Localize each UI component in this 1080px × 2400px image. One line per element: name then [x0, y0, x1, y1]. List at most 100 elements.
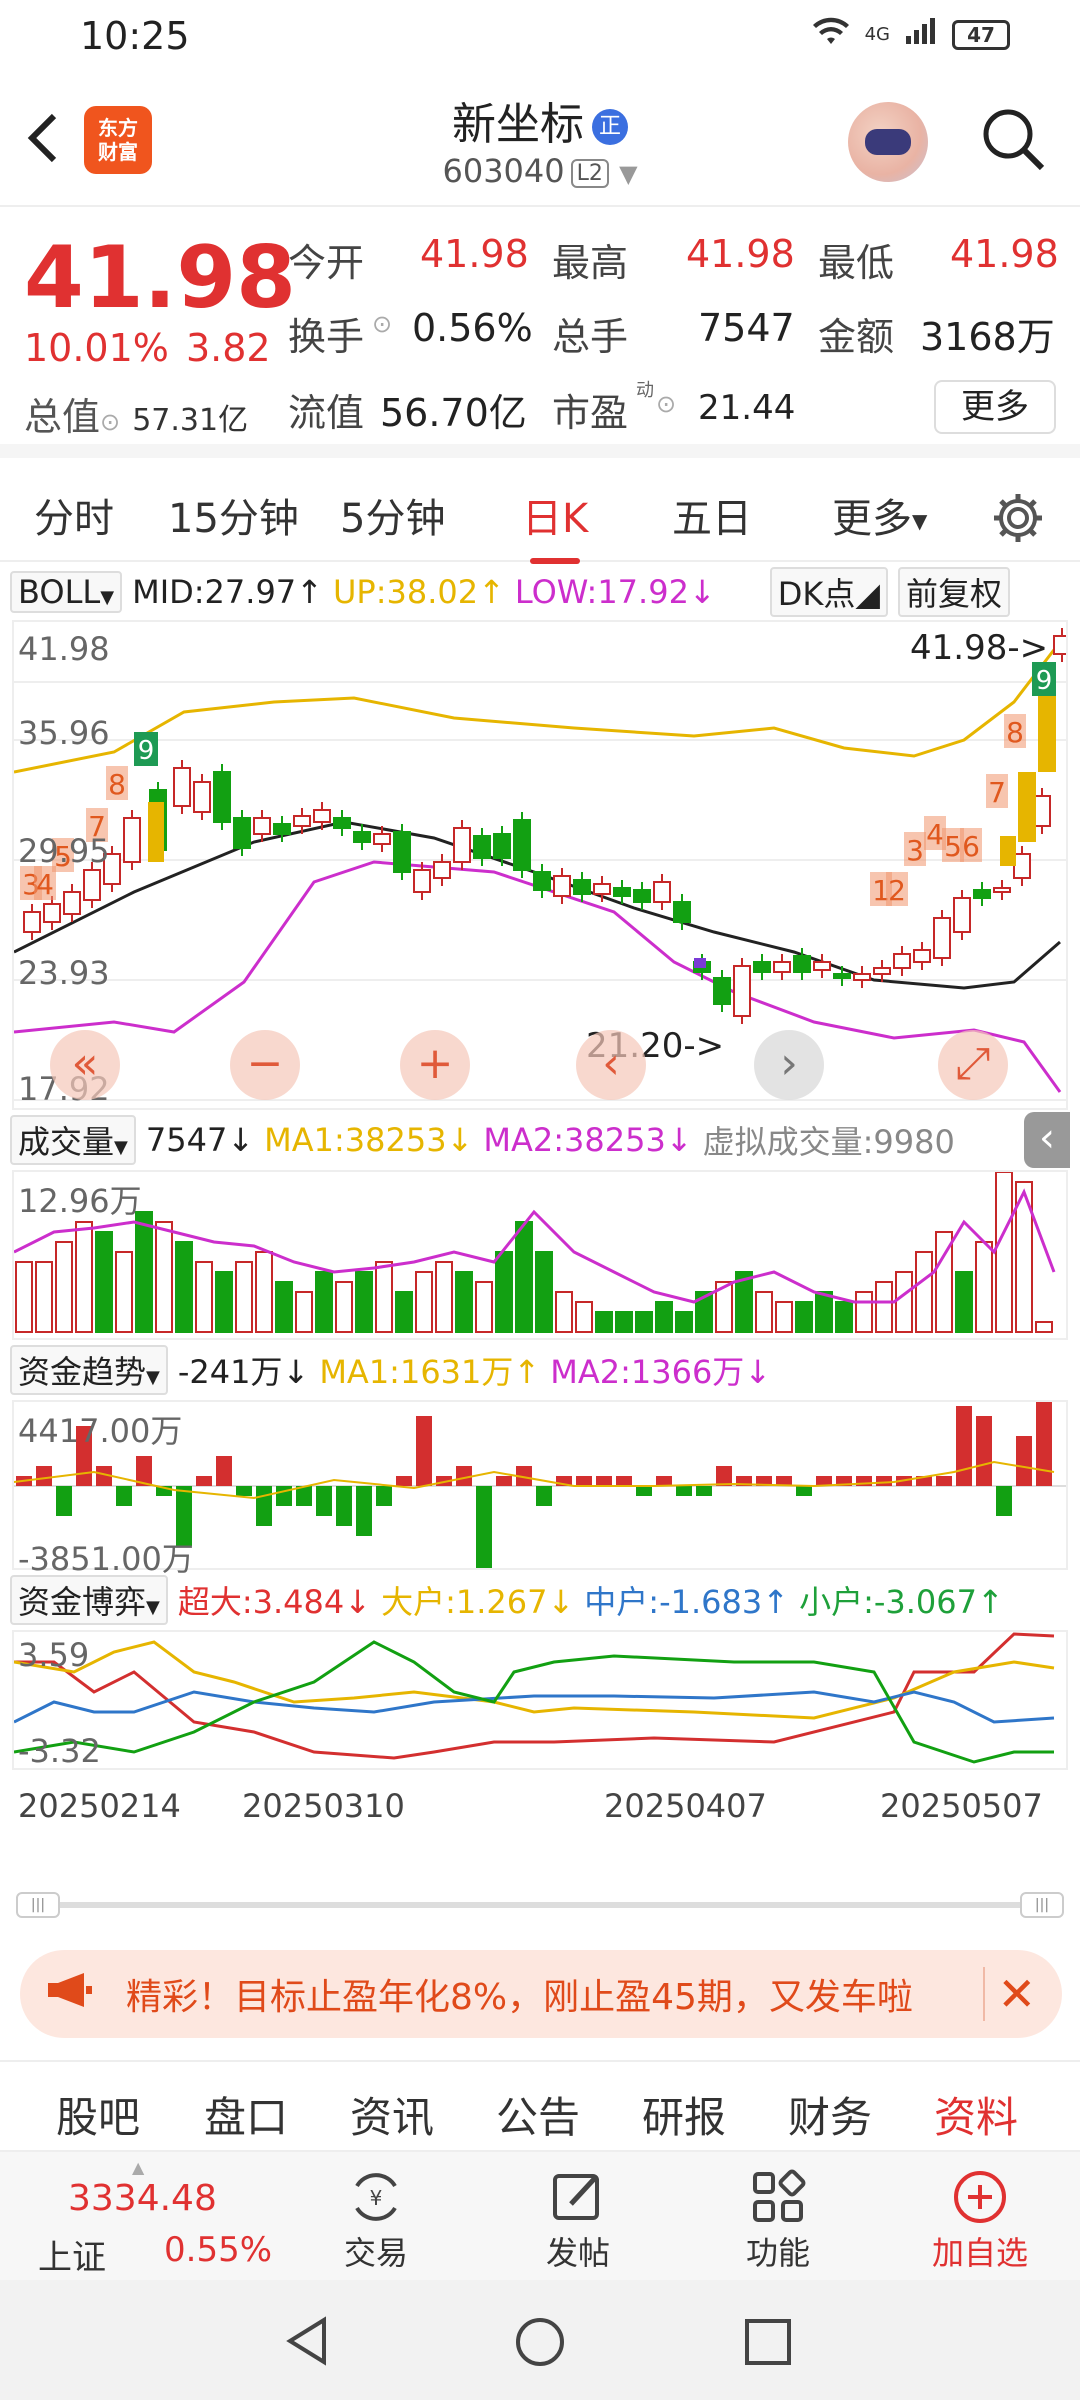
- tab-15min[interactable]: 15分钟: [168, 486, 299, 544]
- function-label: 功能: [745, 2234, 810, 2272]
- collapse-panel-button[interactable]: ‹: [1024, 1112, 1070, 1168]
- fund-bar: [396, 1476, 412, 1486]
- tab-profile[interactable]: 资料: [934, 2084, 1018, 2145]
- fund-trend-select[interactable]: 资金趋势▼: [10, 1345, 168, 1395]
- fund-game-select[interactable]: 资金博弈▼: [10, 1575, 168, 1625]
- volume-chart[interactable]: 12.96万: [12, 1170, 1068, 1340]
- assistant-avatar[interactable]: [848, 102, 928, 182]
- nav-home-icon[interactable]: [514, 2316, 566, 2372]
- total-value-value: 57.31亿: [132, 403, 249, 438]
- tab-news[interactable]: 资讯: [350, 2084, 434, 2145]
- small-trader: 小户:-3.067↑: [799, 1583, 1004, 1621]
- candle-body: [253, 817, 271, 835]
- tab-daily-k[interactable]: 日K: [522, 486, 588, 564]
- tab-research[interactable]: 研报: [642, 2084, 726, 2145]
- tab-more[interactable]: 更多▼: [832, 486, 927, 544]
- chart-scrollbar[interactable]: ||| |||: [16, 1892, 1064, 1918]
- index-quote[interactable]: ▲ 3334.48 上证 0.55%: [20, 2158, 280, 2278]
- fund-trend-chart[interactable]: 4417.00万 -3851.00万: [12, 1400, 1068, 1578]
- triangle-down-icon: ▼: [114, 1137, 128, 1158]
- candle-body: [1013, 853, 1031, 879]
- add-watchlist-button[interactable]: 加自选: [910, 2166, 1050, 2274]
- fund-trend-bar: 资金趋势▼ -241万↓ MA1:1631万↑ MA2:1366万↓: [10, 1345, 1070, 1395]
- candle-body: [433, 861, 451, 879]
- trade-button[interactable]: ¥ 交易: [306, 2166, 446, 2274]
- fund-game-max: 3.59: [18, 1636, 90, 1674]
- total-value[interactable]: 总值⊙ 57.31亿: [24, 386, 248, 441]
- fund-bar: [876, 1476, 892, 1486]
- volume-bar: [955, 1271, 973, 1333]
- candle-body: [513, 819, 531, 871]
- date-label-2: 20250310: [242, 1787, 405, 1825]
- zoom-in-button[interactable]: +: [400, 1030, 470, 1100]
- fund-bar: [336, 1486, 352, 1526]
- amount-label: 金额: [818, 315, 895, 359]
- mid-trader: 中户:-1.683↑: [584, 1583, 790, 1621]
- fund-bar: [536, 1486, 552, 1506]
- candle-body: [773, 961, 791, 973]
- more-button[interactable]: 更多: [934, 380, 1056, 434]
- promo-banner[interactable]: 精彩！目标止盈年化8%，刚止盈45期，又发车啦 ✕: [20, 1950, 1062, 2038]
- candle-body: [573, 879, 591, 895]
- float-value: 56.70亿: [380, 391, 527, 435]
- scroll-handle-left[interactable]: |||: [16, 1892, 60, 1918]
- next-button[interactable]: ›: [754, 1030, 824, 1100]
- function-button[interactable]: 功能: [708, 2166, 848, 2274]
- fund-bar: [636, 1486, 652, 1496]
- fund-bar: [416, 1416, 432, 1486]
- tab-intraday[interactable]: 分时: [34, 486, 114, 544]
- tab-finance[interactable]: 财务: [788, 2084, 872, 2145]
- boll-select[interactable]: BOLL▼: [10, 571, 123, 613]
- tab-guba[interactable]: 股吧: [56, 2084, 140, 2145]
- volume-bar: [535, 1251, 553, 1333]
- candle-body: [413, 869, 431, 893]
- index-value: 3334.48: [68, 2178, 217, 2219]
- candle-body: [753, 961, 771, 973]
- nav-back-icon[interactable]: [282, 2316, 332, 2370]
- volume-select[interactable]: 成交量▼: [10, 1115, 136, 1165]
- volume-bar: [995, 1172, 1013, 1333]
- change-percent: 10.01%: [24, 326, 169, 370]
- open-value: 41.98: [420, 232, 529, 276]
- fund-bar: [1016, 1436, 1032, 1486]
- volume-bar: [195, 1261, 213, 1333]
- open-label: 今开: [288, 241, 365, 285]
- tab-5min[interactable]: 5分钟: [340, 486, 445, 544]
- kline-chart[interactable]: 345781234567899 41.98 35.96 29.95 23.93 …: [12, 620, 1068, 1110]
- scroll-handle-right[interactable]: |||: [1020, 1892, 1064, 1918]
- fund-bar: [676, 1486, 692, 1496]
- zoom-out-button[interactable]: −: [230, 1030, 300, 1100]
- fund-bar: [616, 1476, 632, 1486]
- volume-ma2: MA2:38253↓: [483, 1121, 693, 1159]
- signal-number: 2: [888, 874, 906, 907]
- candle-body: [293, 815, 311, 827]
- tab-announce[interactable]: 公告: [496, 2084, 580, 2145]
- candle-body: [793, 955, 811, 973]
- fund-game-chart[interactable]: 3.59 -3.32: [12, 1630, 1068, 1770]
- prev-button[interactable]: ‹: [576, 1030, 646, 1100]
- tab-pankou[interactable]: 盘口: [204, 2084, 288, 2145]
- boll-indicator-bar: BOLL▼ MID:27.97↑ UP:38.02↑ LOW:17.92↓ DK…: [10, 567, 1070, 617]
- fullscreen-icon[interactable]: ⤢: [938, 1030, 1008, 1100]
- volume-bar: [595, 1311, 613, 1333]
- info-icon: ⊙: [656, 390, 677, 418]
- tab-5day[interactable]: 五日: [672, 486, 752, 544]
- post-button[interactable]: 发帖: [508, 2166, 648, 2274]
- settings-icon[interactable]: [990, 490, 1046, 550]
- scroll-left-button[interactable]: «: [50, 1030, 120, 1100]
- adjust-select[interactable]: 前复权: [897, 567, 1010, 617]
- triangle-down-icon: ▼: [100, 587, 115, 608]
- large-trader-text: 大户:1.267: [381, 1583, 548, 1621]
- dk-point-button[interactable]: DK点◢: [769, 567, 888, 617]
- candle-body: [273, 823, 291, 835]
- close-icon[interactable]: ✕: [983, 1967, 1036, 2021]
- triangle-down-icon: ▼: [146, 1597, 160, 1618]
- network-type: 4G: [864, 24, 890, 45]
- nav-recents-icon[interactable]: [744, 2318, 792, 2370]
- volume-bar: [395, 1291, 413, 1333]
- fund-trend-min: -3851.00万: [18, 1540, 194, 1578]
- low-value: 41.98: [950, 232, 1059, 276]
- volume-bar: [495, 1251, 513, 1333]
- volume-bar: [835, 1301, 853, 1333]
- search-icon[interactable]: [978, 104, 1050, 176]
